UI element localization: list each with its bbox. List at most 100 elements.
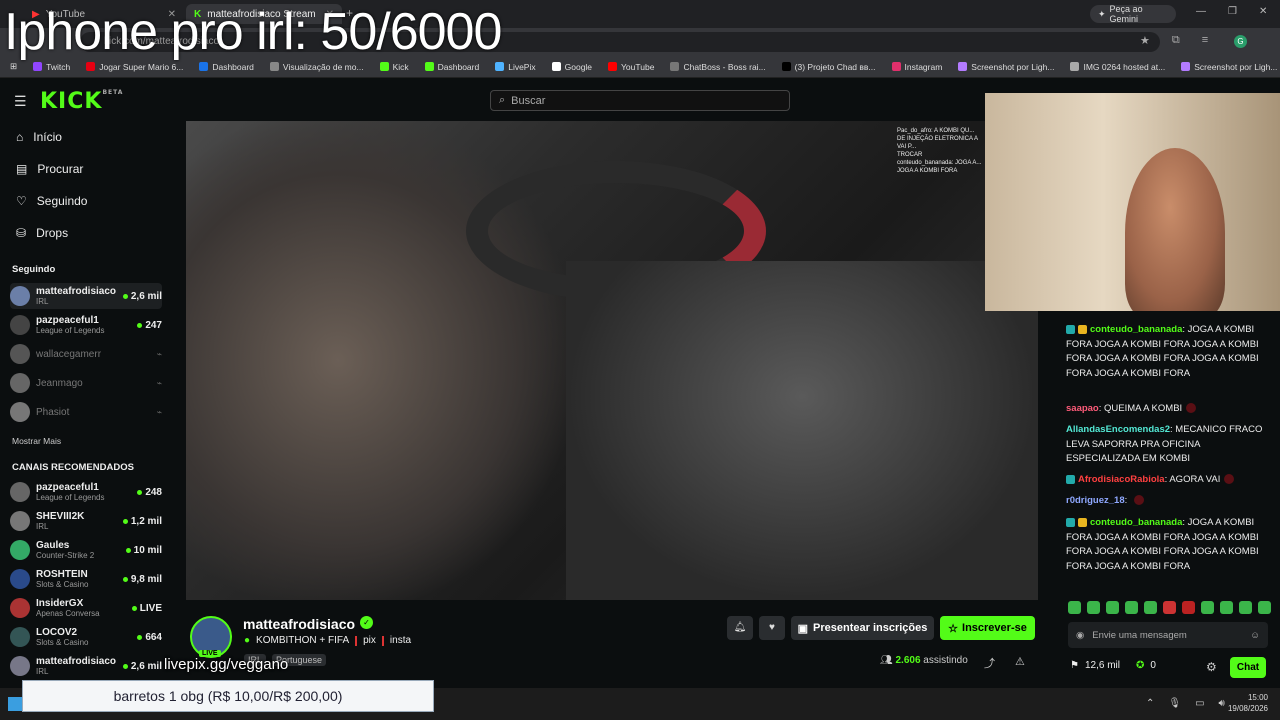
viewer-count-text: 1,2 mil	[130, 515, 162, 527]
gemini-label: Peça ao Gemini	[1109, 4, 1143, 24]
bookmark-item[interactable]: LivePix	[489, 62, 541, 72]
channel-item[interactable]: matteafrodisiaco IRL 2,6 mil	[10, 653, 162, 679]
streamer-name[interactable]: matteafrodisiaco	[243, 616, 355, 632]
logo-text: KICK	[40, 89, 103, 114]
follow-button[interactable]: ♥	[759, 616, 785, 640]
channel-item[interactable]: Jeanmago ⌁	[10, 370, 162, 396]
network-icon[interactable]: ▭	[1195, 698, 1204, 709]
nav-browse[interactable]: ▤ Procurar	[16, 162, 83, 176]
extensions-icon[interactable]: ⧉	[1172, 34, 1180, 47]
emote-icon[interactable]	[1068, 601, 1081, 614]
emote-icon[interactable]	[1163, 601, 1176, 614]
chat-send-button[interactable]: Chat	[1230, 657, 1266, 678]
viewer-count-text: 664	[145, 631, 162, 643]
channel-item[interactable]: pazpeaceful1 League of Legends 248	[10, 479, 162, 505]
emote-icon[interactable]	[1182, 601, 1195, 614]
channel-info: ROSHTEIN Slots & Casino	[36, 569, 123, 589]
subscriber-badge-icon	[1066, 324, 1075, 334]
bookmark-item[interactable]: YouTube	[602, 62, 660, 72]
channel-item[interactable]: matteafrodisiaco IRL 2,6 mil	[10, 283, 162, 309]
pix-link[interactable]: pix	[363, 635, 376, 646]
bookmark-item[interactable]: Jogar Super Mario 6...	[80, 62, 189, 72]
star-icon[interactable]: ★	[1140, 34, 1150, 47]
channel-name: pazpeaceful1	[36, 315, 99, 326]
channel-avatar	[10, 511, 30, 531]
chat-username[interactable]: conteudo_bananada	[1090, 517, 1182, 528]
apps-icon[interactable]: ⊞	[4, 61, 23, 72]
chat-message: saapao: QUEIMA A KOMBI	[1066, 402, 1266, 417]
channel-info: matteafrodisiaco IRL	[36, 286, 123, 306]
microphone-icon[interactable]: 🎙︎	[1168, 698, 1181, 709]
bookmark-item[interactable]: ChatBoss - Boss rai...	[664, 62, 771, 72]
channel-avatar	[10, 344, 30, 364]
nav-home[interactable]: ⌂ Início	[16, 130, 62, 144]
channel-item[interactable]: Gaules Counter-Strike 2 10 mil	[10, 537, 162, 563]
chat-username[interactable]: conteudo_bananada	[1090, 324, 1182, 335]
show-more-link[interactable]: Mostrar Mais	[12, 436, 61, 446]
system-clock[interactable]: 15:00 19/08/2026	[1222, 692, 1268, 714]
emote-bar[interactable]	[1068, 601, 1271, 614]
gemini-button[interactable]: ✦ Peça ao Gemini	[1090, 4, 1176, 24]
channel-item[interactable]: ROSHTEIN Slots & Casino 9,8 mil	[10, 566, 162, 592]
channel-item[interactable]: wallacegamerr ⌁	[10, 341, 162, 367]
kick-logo[interactable]: KICKBETA	[40, 89, 123, 114]
close-window-icon[interactable]: ✕	[1259, 6, 1267, 17]
emote-icon[interactable]	[1125, 601, 1138, 614]
bookmark-label: Dashboard	[212, 61, 254, 72]
emote-icon[interactable]	[1258, 601, 1271, 614]
maximize-icon[interactable]: ❐	[1228, 6, 1237, 17]
channel-item[interactable]: LOCOV2 Slots & Casino 664	[10, 624, 162, 650]
search-input[interactable]: ⌕ Buscar	[490, 90, 790, 111]
gift-subs-button[interactable]: ▣ Presentear inscrições	[791, 616, 934, 640]
bookmark-item[interactable]: Twitch	[27, 62, 76, 72]
chat-username[interactable]: saapao	[1066, 403, 1099, 414]
channel-item[interactable]: InsiderGX Apenas Conversa LIVE	[10, 595, 162, 621]
bookmark-item[interactable]: Screenshot por Ligh...	[1175, 62, 1280, 72]
bookmark-item[interactable]: (3) Projeto Chad вв...	[776, 62, 882, 72]
bookmark-item[interactable]: Instagram	[886, 62, 949, 72]
insta-link[interactable]: insta	[390, 635, 411, 646]
emote-icon[interactable]	[1201, 601, 1214, 614]
profile-avatar[interactable]: G	[1234, 35, 1247, 48]
emote-icon[interactable]	[1087, 601, 1100, 614]
bookmark-item[interactable]: Kick	[374, 62, 415, 72]
emote-icon	[1224, 474, 1235, 485]
chat-username[interactable]: AllandasEncomendas2	[1066, 424, 1170, 435]
gear-icon[interactable]: ⚙	[1206, 660, 1217, 674]
viewer-count-text: 2,6 mil	[130, 660, 162, 672]
minimize-icon[interactable]: —	[1196, 6, 1206, 17]
channel-viewers: LIVE	[131, 603, 162, 614]
channel-item[interactable]: SHEVIII2K IRL 1,2 mil	[10, 508, 162, 534]
emote-icon[interactable]	[1144, 601, 1157, 614]
channel-info: SHEVIII2K IRL	[36, 511, 123, 531]
emote-icon[interactable]	[1220, 601, 1233, 614]
windows-start-icon[interactable]	[8, 697, 22, 711]
channel-item[interactable]: Phasiot ⌁	[10, 399, 162, 425]
emoji-icon[interactable]: ☺	[1250, 630, 1260, 641]
chat-settings-icon[interactable]: ◉	[1076, 630, 1084, 641]
video-player[interactable]	[186, 121, 1038, 600]
nav-drops[interactable]: ⛁ Drops	[16, 226, 68, 240]
bookmark-item[interactable]: Google	[546, 62, 598, 72]
subscribe-button[interactable]: ☆ Inscrever-se	[940, 616, 1035, 640]
emote-icon[interactable]	[1106, 601, 1119, 614]
bookmark-item[interactable]: Dashboard	[193, 62, 260, 72]
share-icon[interactable]: ⤴	[984, 655, 995, 671]
chat-username[interactable]: r0driguez_18	[1066, 495, 1125, 506]
bookmark-item[interactable]: Dashboard	[419, 62, 486, 72]
reading-list-icon[interactable]: ≡	[1202, 34, 1208, 47]
bookmark-item[interactable]: IMG 0264 hosted at...	[1064, 62, 1171, 72]
report-icon[interactable]: ⚠	[1015, 655, 1025, 668]
menu-icon[interactable]: ☰	[14, 93, 27, 110]
notification-bell-button[interactable]: 🔔︎	[727, 616, 753, 640]
nav-following[interactable]: ♡ Seguindo	[16, 194, 87, 208]
chevron-up-icon[interactable]: ⌃	[1146, 698, 1154, 709]
chat-input[interactable]: ◉ Envie uma mensagem ☺	[1068, 622, 1268, 648]
bookmark-item[interactable]: Visualização de mo...	[264, 62, 370, 72]
emote-icon[interactable]	[1239, 601, 1252, 614]
channel-item[interactable]: pazpeaceful1 League of Legends 247	[10, 312, 162, 338]
chat-username[interactable]: AfrodisiacoRabiola	[1078, 474, 1165, 485]
gemini-icon: ✦	[1098, 8, 1106, 19]
bookmark-item[interactable]: Screenshot por Ligh...	[952, 62, 1060, 72]
channel-category: Slots & Casino	[36, 638, 89, 647]
